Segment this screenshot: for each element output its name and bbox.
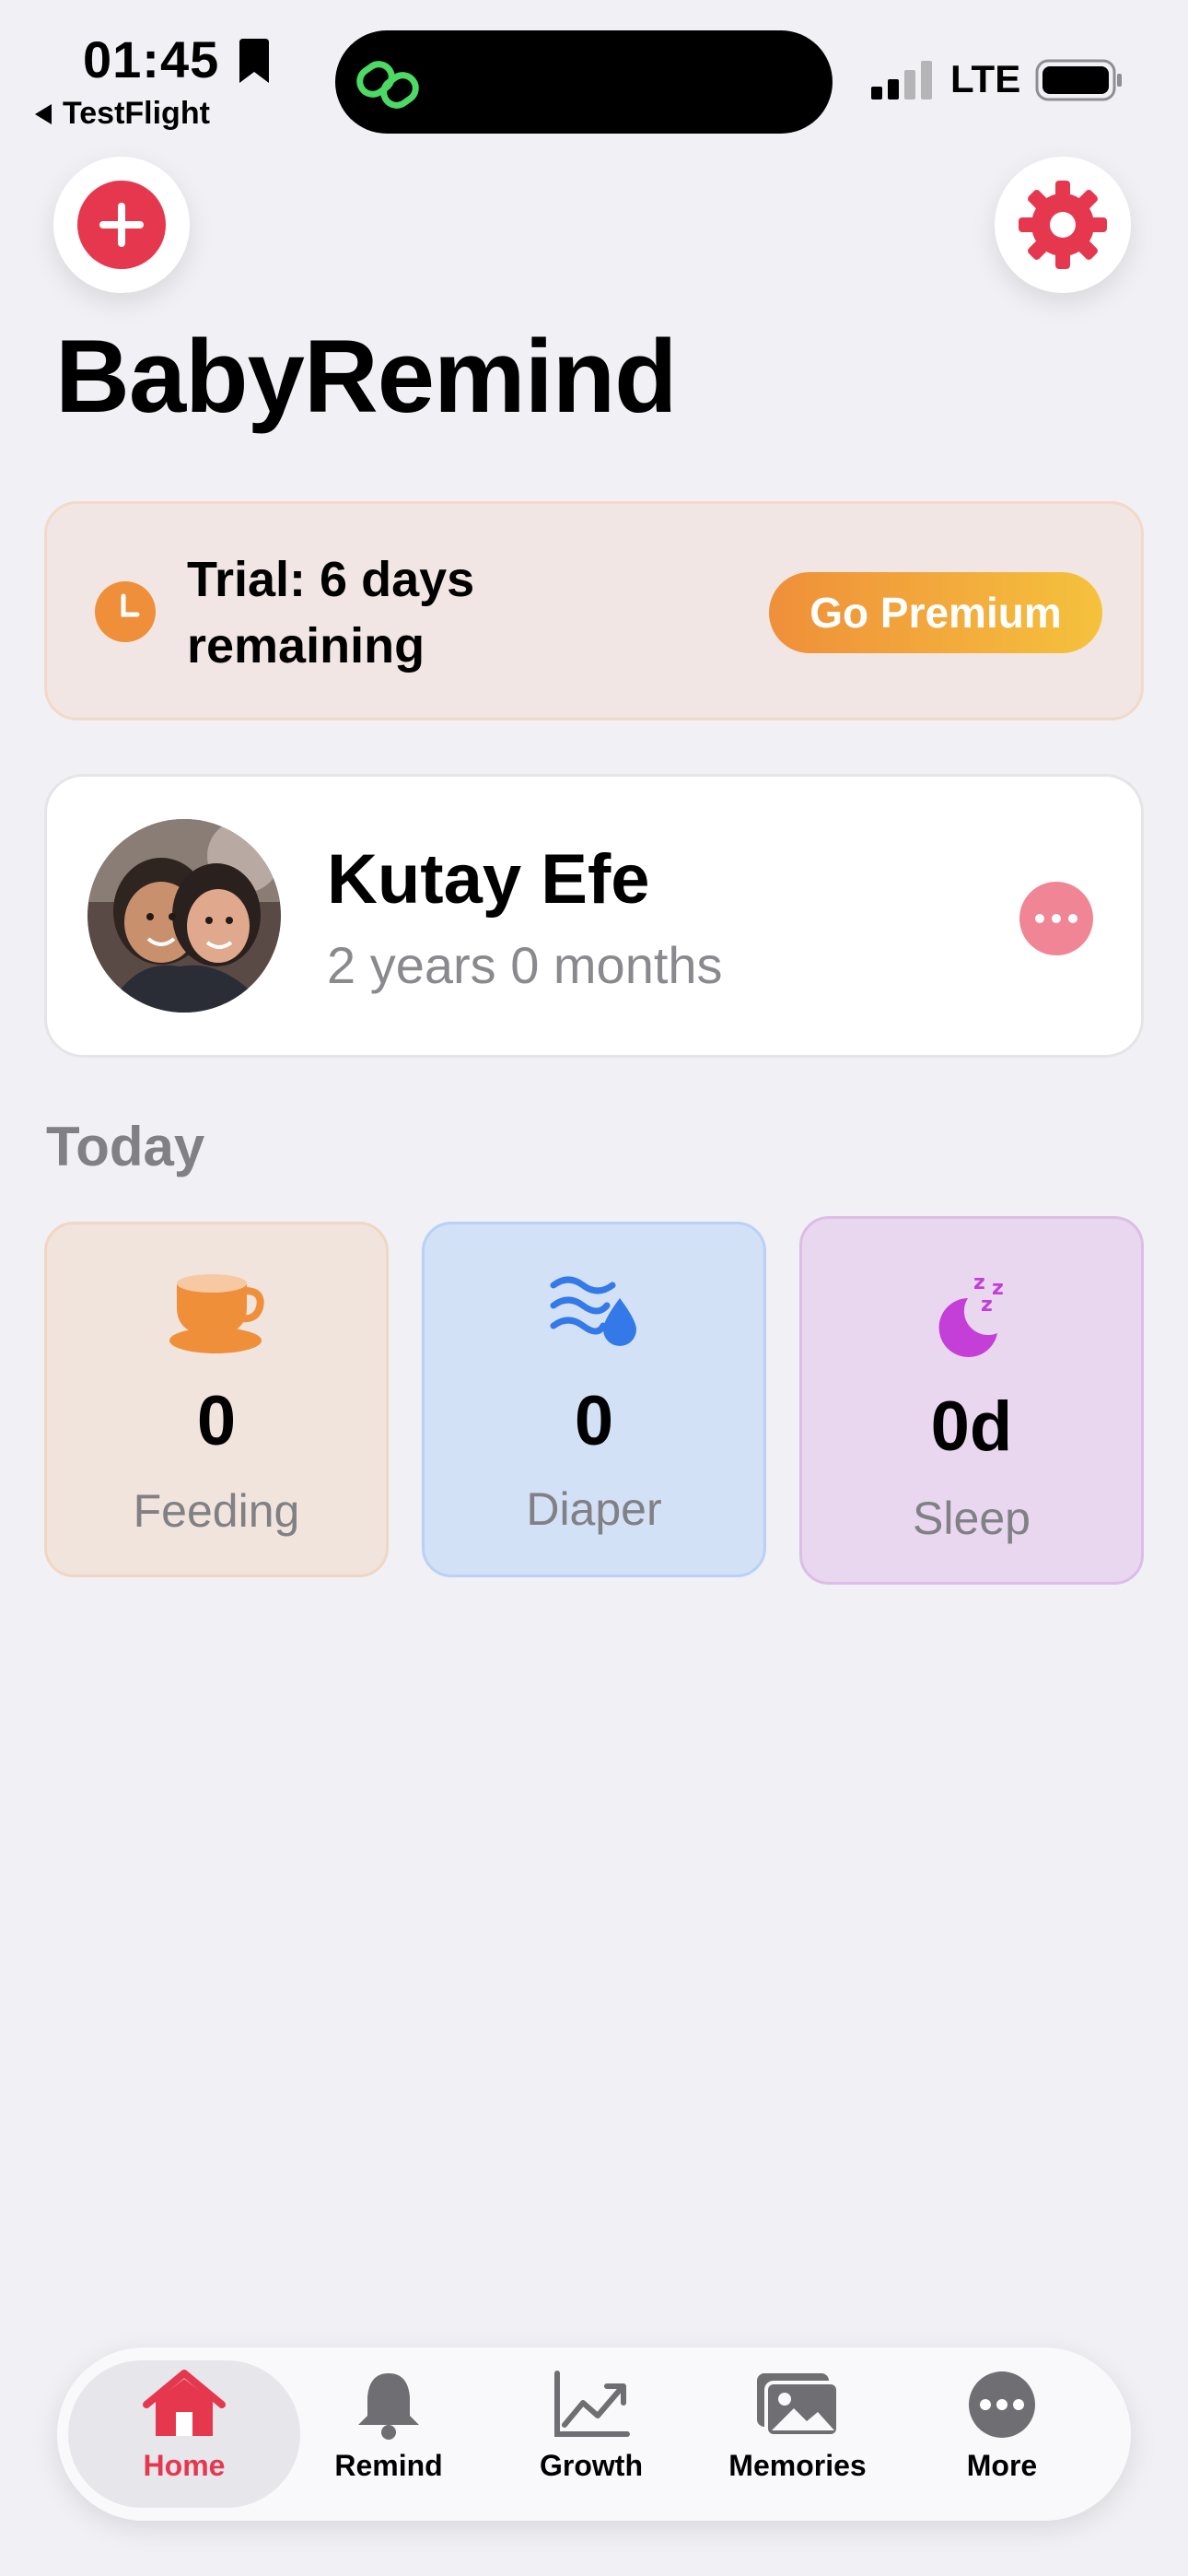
link-icon <box>356 61 419 109</box>
clock-icon <box>95 581 156 642</box>
bell-icon <box>358 2373 419 2440</box>
tab-growth-label: Growth <box>540 2449 643 2482</box>
profile-options-button[interactable] <box>1019 882 1093 955</box>
feeding-count: 0 <box>196 1382 237 1460</box>
tab-remind-label: Remind <box>334 2449 443 2482</box>
plus-circle-icon <box>77 181 166 269</box>
house-icon <box>143 2370 226 2436</box>
baby-profile-card[interactable]: Kutay Efe 2 years 0 months <box>44 774 1144 1058</box>
water-drop-icon <box>550 1276 636 1346</box>
svg-text:z: z <box>992 1277 1004 1300</box>
tab-growth[interactable]: Growth <box>499 2370 683 2508</box>
baby-age: 2 years 0 months <box>327 936 723 994</box>
settings-button[interactable] <box>995 157 1131 293</box>
back-to-testflight[interactable]: TestFlight <box>35 96 210 132</box>
gear-icon <box>1019 181 1107 269</box>
battery-icon <box>1035 59 1122 101</box>
tab-memories-label: Memories <box>728 2449 867 2482</box>
back-arrow-icon <box>35 103 52 124</box>
baby-name: Kutay Efe <box>327 840 650 919</box>
add-button[interactable] <box>53 157 190 293</box>
ellipsis-dot <box>1052 914 1061 923</box>
diaper-count: 0 <box>574 1382 614 1460</box>
home-screen: 01:45 TestFlight LTE BabyRemind Trial: 6… <box>0 0 1188 2576</box>
app-title: BabyRemind <box>55 319 678 434</box>
tab-more[interactable]: More <box>910 2370 1094 2508</box>
sleep-card[interactable]: z z z 0d Sleep <box>799 1216 1144 1585</box>
tab-home[interactable]: Home <box>92 2370 276 2508</box>
tab-home-label: Home <box>143 2449 226 2482</box>
avatar <box>87 819 281 1013</box>
tab-memories[interactable]: Memories <box>705 2370 890 2508</box>
feeding-label: Feeding <box>133 1485 300 1537</box>
sleep-label: Sleep <box>913 1493 1031 1544</box>
photos-icon <box>757 2373 840 2438</box>
chart-icon <box>554 2371 630 2437</box>
signal-icon <box>871 61 932 100</box>
svg-text:z: z <box>981 1294 993 1317</box>
network-type: LTE <box>950 57 1021 100</box>
feeding-card[interactable]: 0 Feeding <box>44 1222 389 1577</box>
moon-zzz-icon: z z z <box>938 1271 1004 1357</box>
tab-remind[interactable]: Remind <box>297 2370 481 2508</box>
ellipsis-dot <box>1068 914 1077 923</box>
diaper-label: Diaper <box>526 1483 662 1535</box>
ellipsis-circle-icon <box>969 2371 1035 2438</box>
sleep-duration: 0d <box>930 1388 1013 1466</box>
trial-text: Trial: 6 days remaining <box>187 552 475 673</box>
ellipsis-icon <box>1035 914 1044 923</box>
status-time: 01:45 <box>83 30 220 88</box>
tab-bar: Home Remind Growth Memories More <box>57 2348 1131 2521</box>
trial-banner: Trial: 6 days remaining Go Premium <box>44 501 1144 720</box>
diaper-card[interactable]: 0 Diaper <box>422 1222 766 1577</box>
back-label: TestFlight <box>63 96 210 131</box>
go-premium-button[interactable]: Go Premium <box>769 572 1102 653</box>
svg-text:z: z <box>973 1271 985 1294</box>
bookmark-icon <box>239 39 269 83</box>
tab-more-label: More <box>966 2449 1038 2482</box>
today-section-title: Today <box>46 1116 205 1177</box>
cup-icon <box>169 1274 264 1353</box>
